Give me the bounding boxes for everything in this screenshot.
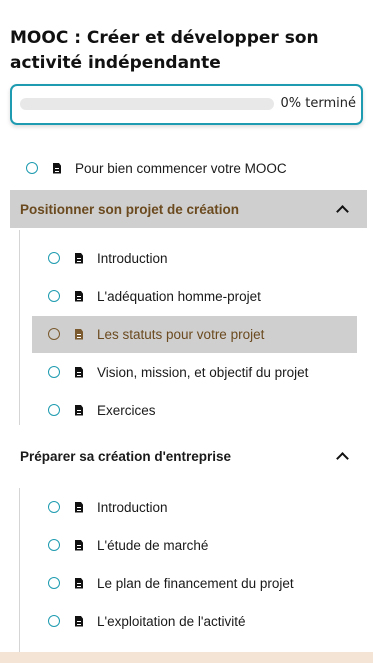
document-icon (75, 290, 83, 302)
section-header-preparer[interactable]: Préparer sa création d'entreprise (10, 437, 367, 475)
document-icon (75, 252, 83, 264)
document-icon (75, 501, 83, 513)
lesson-label: L'exploitation de l'activité (97, 613, 246, 629)
lesson-label: L'étude de marché (97, 537, 209, 553)
status-circle-icon (48, 404, 60, 416)
status-circle-icon (48, 328, 60, 340)
lesson-label: Exercices (97, 402, 156, 418)
status-circle-icon (26, 162, 38, 174)
lesson-item-active[interactable]: Les statuts pour votre projet (48, 321, 264, 347)
chevron-up-icon[interactable] (336, 451, 349, 465)
status-circle-icon (48, 252, 60, 264)
lesson-item[interactable]: L'exploitation de l'activité (48, 608, 246, 634)
status-circle-icon (48, 539, 60, 551)
document-icon (75, 577, 83, 589)
document-icon (75, 366, 83, 378)
document-icon (75, 404, 83, 416)
bottom-bar (0, 652, 373, 663)
document-icon (75, 328, 83, 340)
chevron-up-icon[interactable] (336, 204, 349, 218)
lesson-label: Vision, mission, et objectif du projet (97, 364, 309, 380)
course-title: MOOC : Créer et développer son activité … (10, 28, 319, 73)
section-header-positionner[interactable]: Positionner son projet de création (10, 190, 367, 228)
document-icon (75, 539, 83, 551)
status-circle-icon (48, 577, 60, 589)
lesson-label: L'adéquation homme-projet (97, 288, 261, 304)
lesson-item[interactable]: L'étude de marché (48, 532, 208, 558)
progress-bar (20, 98, 274, 110)
section-title: Positionner son projet de création (20, 201, 240, 217)
status-circle-icon (48, 366, 60, 378)
progress-card: 0% terminé (10, 84, 363, 125)
document-icon (53, 162, 61, 174)
document-icon (75, 615, 83, 627)
status-circle-icon (48, 615, 60, 627)
lesson-label: Les statuts pour votre projet (97, 326, 265, 342)
lesson-item[interactable]: Vision, mission, et objectif du projet (48, 359, 308, 385)
section-divider-line (19, 488, 20, 652)
lesson-item[interactable]: L'adéquation homme-projet (48, 283, 261, 309)
lesson-item[interactable]: Exercices (48, 397, 156, 423)
section-title: Préparer sa création d'entreprise (20, 448, 232, 464)
lesson-item-intro[interactable]: Pour bien commencer votre MOOC (26, 155, 287, 181)
lesson-item[interactable]: Introduction (48, 245, 168, 271)
status-circle-icon (48, 290, 60, 302)
progress-label: 0% terminé (280, 96, 356, 111)
status-circle-icon (48, 501, 60, 513)
lesson-label: Introduction (97, 250, 168, 266)
lesson-item[interactable]: Le plan de financement du projet (48, 570, 294, 596)
lesson-label: Introduction (97, 499, 168, 515)
lesson-label: Pour bien commencer votre MOOC (75, 160, 287, 176)
section-divider-line (19, 230, 20, 425)
lesson-item[interactable]: Introduction (48, 494, 168, 520)
lesson-label: Le plan de financement du projet (97, 575, 294, 591)
